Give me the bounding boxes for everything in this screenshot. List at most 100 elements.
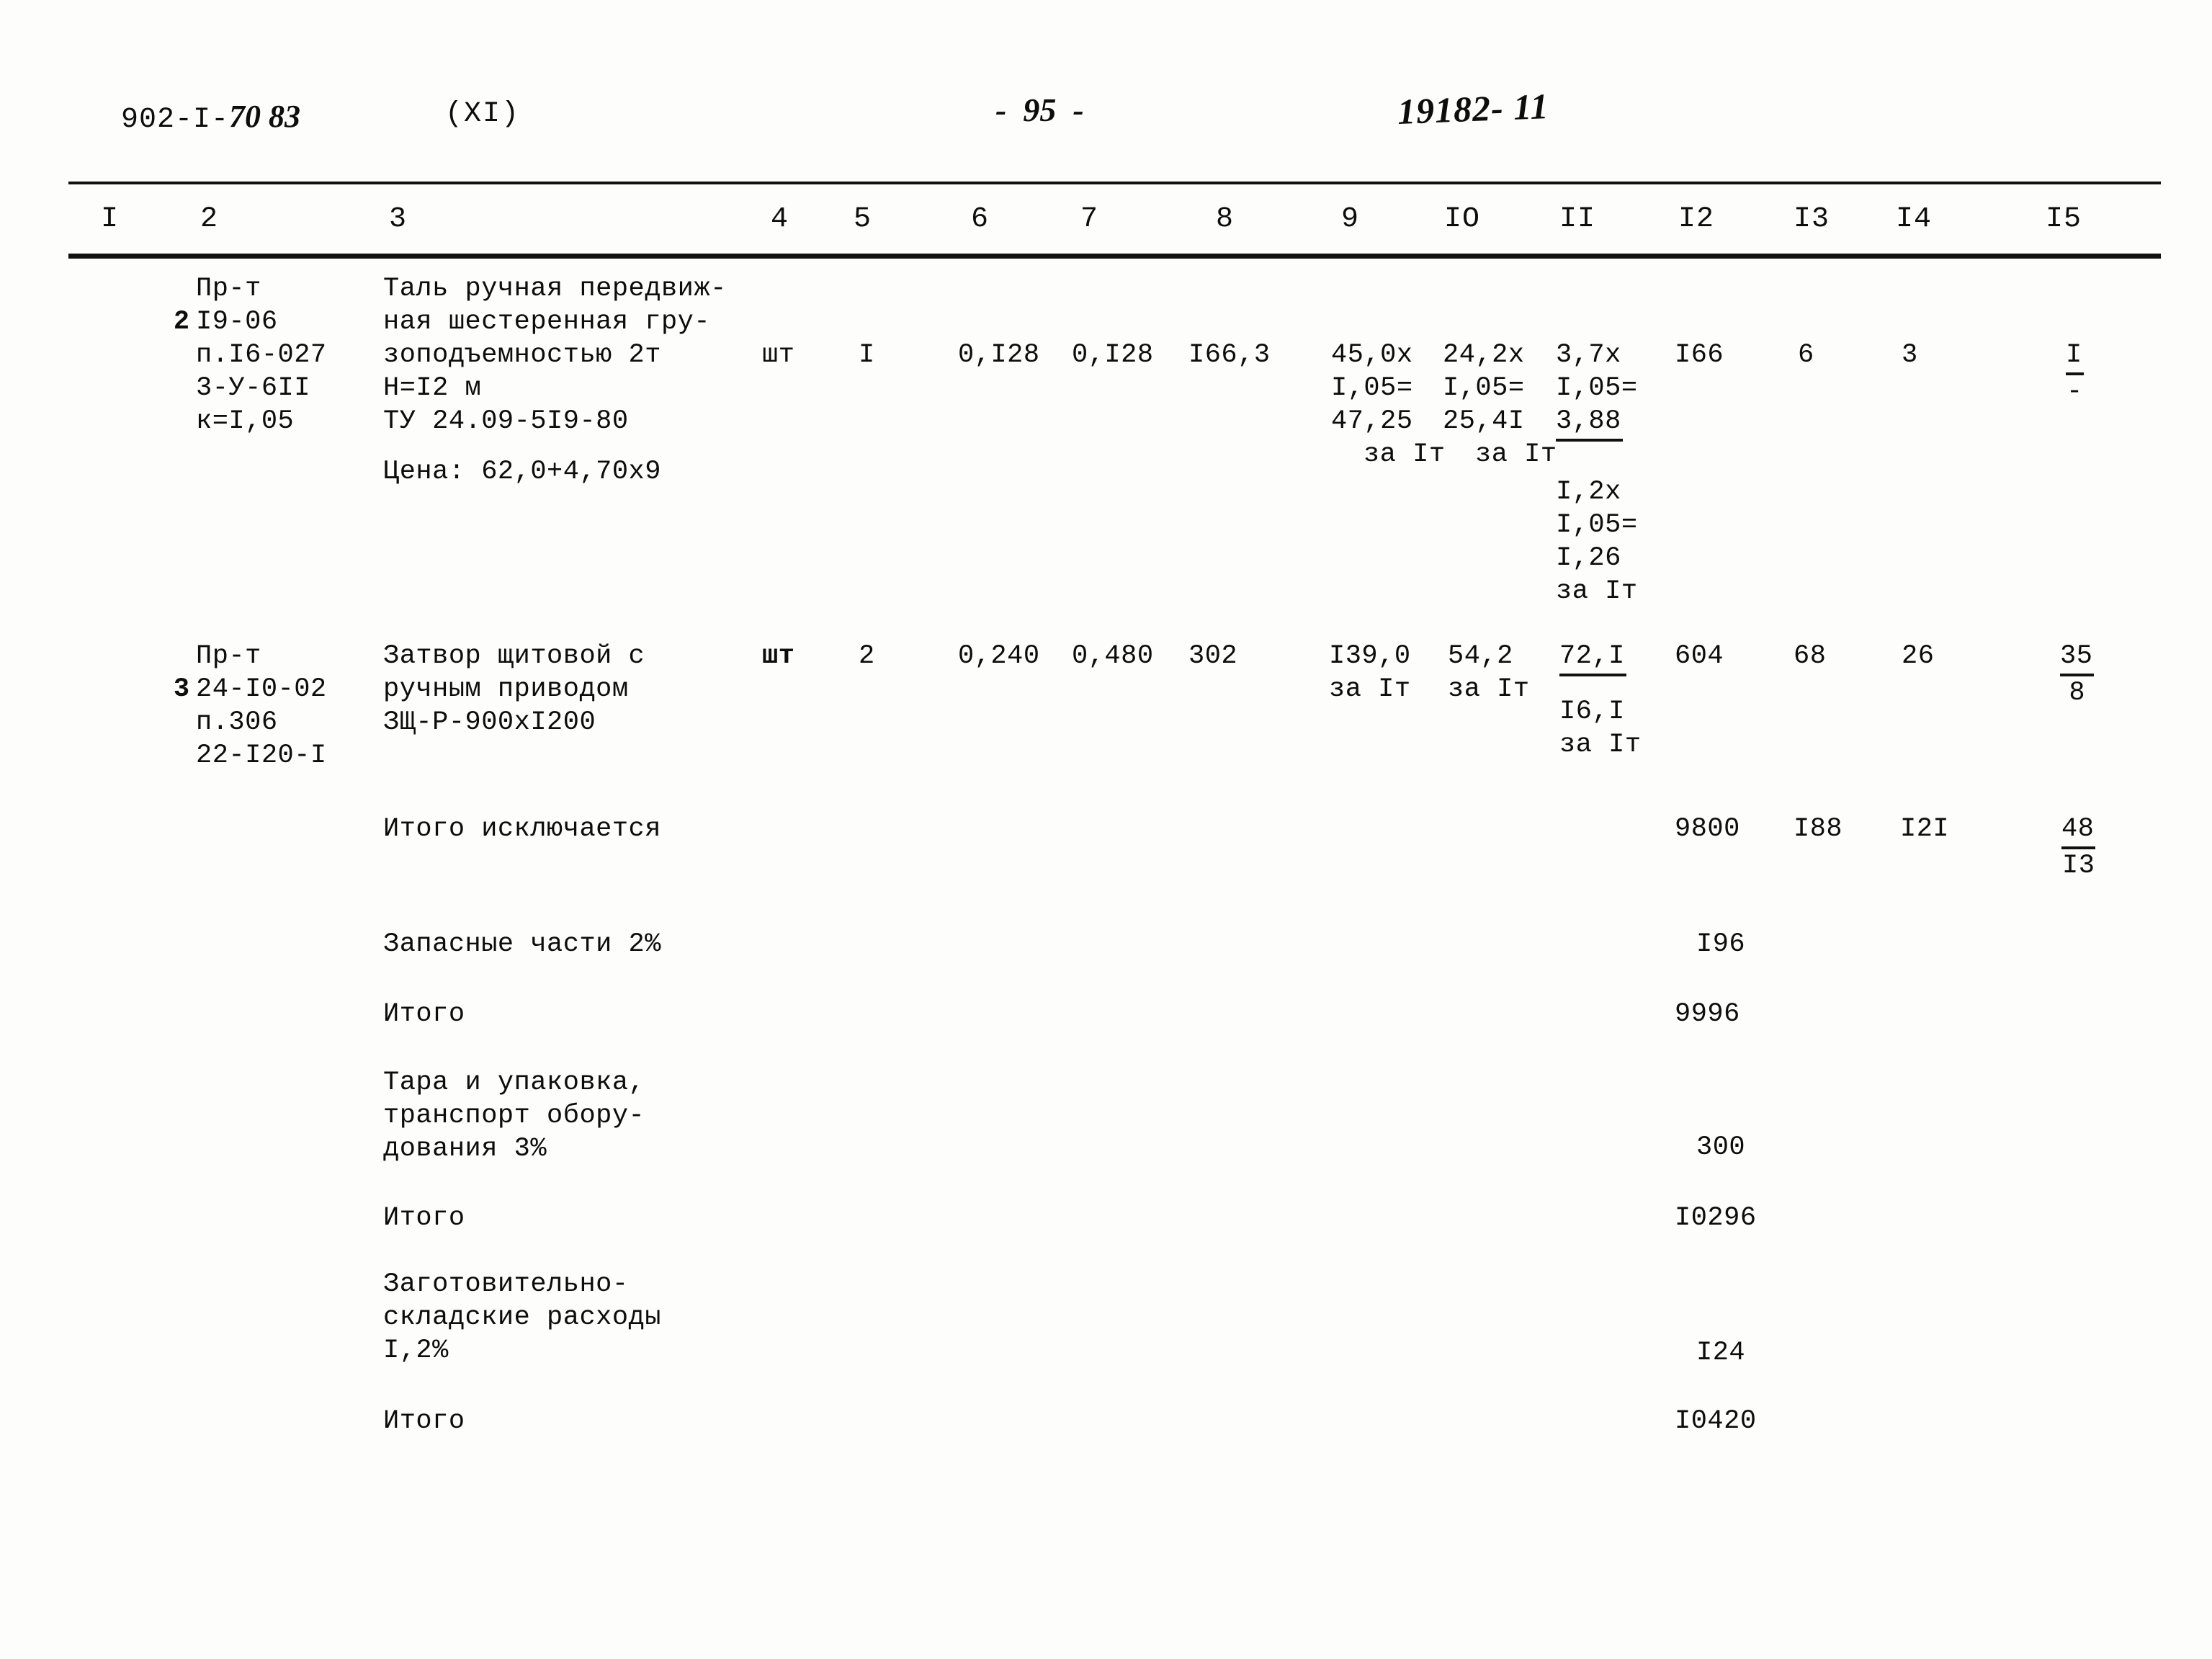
column-header-14: I4	[1896, 203, 1933, 236]
summary-6-col12: I0420	[1675, 1406, 1757, 1436]
volume-label: (XI)	[445, 98, 521, 130]
row-1-col11-bot: 3,88	[1556, 405, 1623, 442]
summary-0-col14: I2I	[1900, 814, 1950, 844]
row-2-col13: 68	[1794, 641, 1827, 671]
summary-0-col15-top: 48	[2061, 813, 2096, 849]
row-1-col15-top: I	[2066, 339, 2084, 375]
table-top-rule	[68, 182, 2161, 184]
table-row: 3	[108, 640, 190, 739]
summary-label-total-3: Итого	[383, 1406, 465, 1436]
archive-stamp-number: 19182- 11	[1397, 85, 1550, 133]
row-2-col8: 302	[1188, 641, 1238, 671]
summary-4-col12: I0296	[1675, 1203, 1757, 1233]
row-2-col10-top: 54,2	[1448, 641, 1513, 671]
row-1-col9-mid: I,05=	[1331, 373, 1413, 403]
summary-label-spare-parts: Запасные части 2%	[383, 929, 661, 960]
row-1-col10: 24,2x I,05= 25,4I	[1443, 339, 1525, 438]
row-1-col14: 3	[1902, 340, 1918, 370]
summary-0-col15-bot: I3	[2062, 851, 2095, 881]
column-header-1: I	[101, 203, 120, 236]
row-1-col15-bot: -	[2067, 377, 2083, 407]
summary-label-procurement: Заготовительно- складские расходы I,2%	[383, 1269, 661, 1366]
table-header-rule	[68, 254, 2161, 259]
row-1-col13: 6	[1798, 340, 1814, 370]
row-1-quantity: I	[859, 340, 875, 370]
row-1-col8: I66,3	[1188, 340, 1271, 370]
row-1-col9-bot: 47,25	[1331, 406, 1413, 437]
row-2-col9-per: за Iт	[1329, 674, 1411, 705]
summary-label-total-excluded: Итого исключается	[383, 814, 661, 844]
document-code-handwritten: 70 83	[229, 99, 301, 134]
column-header-11: II	[1559, 203, 1596, 236]
document-code-prefix: 902-I-	[121, 104, 230, 136]
column-header-8: 8	[1216, 203, 1235, 236]
row-1-col11-bot2: I,26	[1556, 543, 1621, 573]
page-header: 902-I-70 83 (XI) - 95 - 19182- 11	[0, 85, 2212, 150]
row-2-col9-top: I39,0	[1329, 641, 1411, 671]
document-code: 902-I-70 83	[121, 98, 300, 136]
row-2-code: Пр-т 24-I0-02 п.306 22-I20-I	[196, 641, 327, 771]
column-header-4: 4	[771, 203, 789, 236]
row-2-col12: 604	[1675, 641, 1724, 671]
row-1-col11-top2: I,2x	[1556, 477, 1621, 507]
row-1-col11: 3,7x I,05= 3,88	[1556, 339, 1638, 442]
summary-0-col12: 9800	[1675, 814, 1740, 844]
row-1-col11-mid2: I,05=	[1556, 510, 1638, 540]
row-1-col6: 0,I28	[958, 340, 1040, 370]
row-1-unit: шт	[762, 340, 795, 370]
summary-0-col15: 48 I3	[2061, 813, 2096, 882]
row-2-unit: шт	[762, 641, 795, 671]
summary-1-col12: I96	[1696, 929, 1746, 960]
column-header-13: I3	[1794, 203, 1830, 236]
row-2-col15-bot: 8	[2069, 678, 2086, 708]
row-1-description: Таль ручная передвиж- ная шестеренная гр…	[383, 274, 727, 437]
row-1-col12: I66	[1675, 340, 1724, 370]
row-1-col10-bot: 25,4I	[1443, 406, 1525, 437]
row-2-col15-top: 35	[2060, 640, 2095, 676]
row-1-col9-top: 45,0x	[1331, 340, 1413, 370]
row-1-col9-per: за Iт	[1364, 439, 1446, 470]
row-number: 2	[173, 307, 190, 337]
row-2-col11-spacer	[1559, 676, 1642, 695]
row-2-col11-top: 72,I	[1559, 640, 1626, 676]
summary-label-packaging: Тара и упаковка, транспорт обору- довани…	[383, 1068, 645, 1164]
row-2-col6: 0,240	[958, 641, 1040, 671]
row-1-col7: 0,I28	[1072, 340, 1154, 370]
row-1-col11-top: 3,7x	[1556, 340, 1621, 370]
summary-label-total-2: Итого	[383, 1203, 465, 1233]
column-header-7: 7	[1080, 203, 1099, 236]
row-1-code: Пр-т I9-06 п.I6-027 3-У-6II к=I,05	[196, 274, 327, 437]
row-2-col14: 26	[1902, 641, 1935, 671]
row-2-col10: 54,2 за Iт	[1448, 640, 1530, 706]
row-number: 3	[173, 674, 190, 705]
row-2-col9: I39,0 за Iт	[1329, 640, 1411, 706]
row-1-col11-mid: I,05=	[1556, 373, 1638, 403]
column-header-5: 5	[854, 203, 872, 236]
row-2-col10-per: за Iт	[1448, 674, 1530, 705]
summary-3-col12: 300	[1696, 1132, 1746, 1163]
scanned-document-page: 902-I-70 83 (XI) - 95 - 19182- 11 I 2 3 …	[0, 0, 2212, 1659]
row-2-col7: 0,480	[1072, 641, 1154, 671]
row-1-col10-mid: I,05=	[1443, 373, 1525, 403]
column-header-9: 9	[1341, 203, 1360, 236]
column-header-3: 3	[389, 203, 408, 236]
column-header-12: I2	[1678, 203, 1715, 236]
row-1-col11-second: I,2x I,05= I,26 за Iт	[1556, 475, 1638, 608]
summary-0-col13: I88	[1794, 814, 1843, 844]
column-header-2: 2	[200, 203, 219, 236]
page-number: - 95 -	[995, 91, 1084, 128]
row-1-price-note: Цена: 62,0+4,70x9	[383, 457, 661, 487]
row-1-col15: I -	[2066, 339, 2084, 408]
row-2-description: Затвор щитовой с ручным приводом ЗЩ-Р-90…	[383, 641, 645, 738]
column-header-10: IO	[1444, 203, 1481, 236]
row-2-col11-per: за Iт	[1559, 730, 1642, 760]
row-1-col11-per: за Iт	[1556, 576, 1638, 607]
summary-label-total-1: Итого	[383, 999, 465, 1029]
row-1-col10-top: 24,2x	[1443, 340, 1525, 370]
column-header-15: I5	[2046, 203, 2082, 236]
row-1-col10-per: за Iт	[1475, 439, 1557, 470]
row-1-col9: 45,0x I,05= 47,25	[1331, 339, 1413, 438]
row-2-col11-bot: I6,I	[1559, 697, 1625, 727]
row-2-col11: 72,I I6,I за Iт	[1559, 640, 1642, 761]
summary-5-col12: I24	[1696, 1338, 1746, 1368]
